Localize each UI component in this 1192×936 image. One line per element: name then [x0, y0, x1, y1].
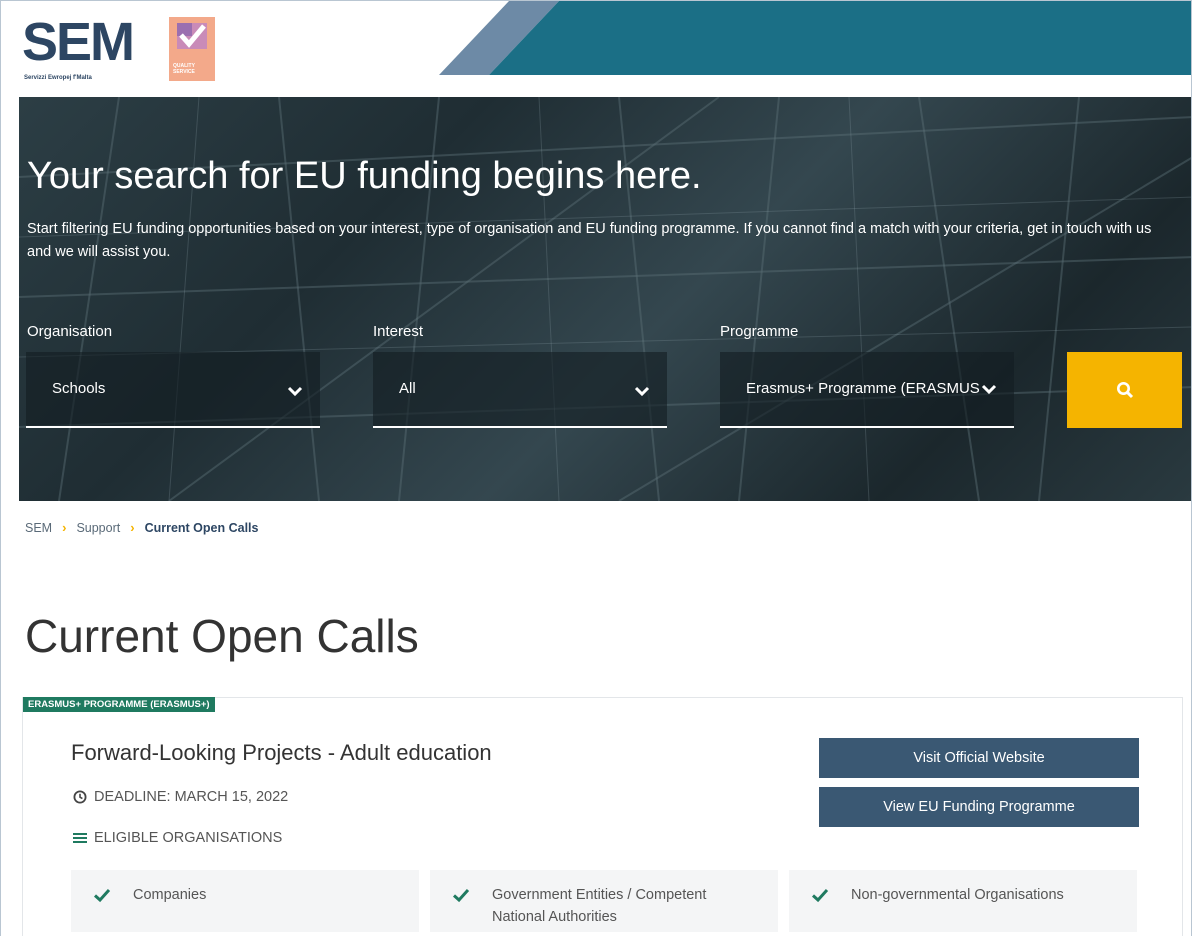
- interest-select[interactable]: All: [373, 352, 667, 428]
- programme-select[interactable]: Erasmus+ Programme (ERASMUS: [720, 352, 1014, 428]
- chevron-down-icon: [634, 386, 650, 397]
- page-title: Current Open Calls: [25, 610, 419, 662]
- eligible-organisations-list: Companies Government Entities / Competen…: [71, 870, 1137, 932]
- list-item: Companies: [71, 870, 419, 932]
- programme-select-value: Erasmus+ Programme (ERASMUS: [746, 380, 980, 397]
- breadcrumb-item-sem[interactable]: SEM: [25, 521, 52, 535]
- organisation-label: Organisation: [27, 323, 113, 340]
- list-item: Non-governmental Organisations: [789, 870, 1137, 932]
- logo-tagline: Servizzi Ewropej f'Malta: [24, 75, 92, 81]
- search-button[interactable]: [1067, 352, 1182, 428]
- interest-label: Interest: [373, 323, 424, 340]
- programme-label: Programme: [720, 323, 799, 340]
- clock-icon: [73, 790, 87, 804]
- deadline-text: DEADLINE: MARCH 15, 2022: [94, 789, 289, 805]
- breadcrumb-separator-icon: ›: [130, 520, 135, 535]
- programme-badge: ERASMUS+ PROGRAMME (ERASMUS+): [23, 697, 215, 712]
- breadcrumb: SEM › Support › Current Open Calls: [25, 520, 258, 535]
- chevron-down-icon: [981, 384, 997, 395]
- page-frame: SEM Servizzi Ewropej f'Malta QUALITY SER…: [0, 0, 1192, 936]
- eligible-label: ELIGIBLE ORGANISATIONS: [94, 830, 283, 846]
- hero-description: Start filtering EU funding opportunities…: [27, 221, 1152, 260]
- sem-logo[interactable]: SEM Servizzi Ewropej f'Malta: [22, 15, 152, 93]
- logo-text: SEM: [22, 12, 135, 72]
- check-icon: [93, 888, 111, 903]
- site-header: SEM Servizzi Ewropej f'Malta QUALITY SER…: [19, 1, 1191, 97]
- view-eu-funding-programme-button[interactable]: View EU Funding Programme: [819, 787, 1139, 827]
- quality-badge-text: QUALITY SERVICE: [173, 63, 195, 75]
- chevron-down-icon: [287, 386, 303, 397]
- organisation-select[interactable]: Schools: [26, 352, 320, 428]
- interest-select-value: All: [399, 380, 416, 397]
- open-call-card: ERASMUS+ PROGRAMME (ERASMUS+) Forward-Lo…: [22, 697, 1183, 936]
- organisation-type: Companies: [133, 887, 207, 903]
- hero-search-section: Your search for EU funding begins here. …: [19, 97, 1191, 501]
- hero-title: Your search for EU funding begins here.: [27, 155, 702, 197]
- list-icon: [73, 833, 87, 843]
- organisation-type: Non-governmental Organisations: [851, 887, 1064, 903]
- call-title[interactable]: Forward-Looking Projects - Adult educati…: [71, 740, 492, 766]
- check-icon: [811, 888, 829, 903]
- breadcrumb-current: Current Open Calls: [144, 520, 259, 535]
- quality-check-icon: [177, 23, 207, 49]
- quality-service-badge: QUALITY SERVICE: [169, 17, 215, 81]
- visit-official-website-button[interactable]: Visit Official Website: [819, 738, 1139, 778]
- check-icon: [452, 888, 470, 903]
- search-icon: [1117, 382, 1134, 399]
- breadcrumb-item-support[interactable]: Support: [76, 521, 120, 535]
- breadcrumb-separator-icon: ›: [62, 520, 67, 535]
- list-item: Government Entities / Competent National…: [430, 870, 778, 932]
- eligible-organisations-toggle[interactable]: ELIGIBLE ORGANISATIONS: [73, 830, 282, 846]
- call-deadline: DEADLINE: MARCH 15, 2022: [73, 789, 288, 805]
- organisation-type: Government Entities / Competent National…: [492, 887, 707, 925]
- organisation-select-value: Schools: [52, 380, 106, 397]
- header-banner-band: [439, 1, 1191, 75]
